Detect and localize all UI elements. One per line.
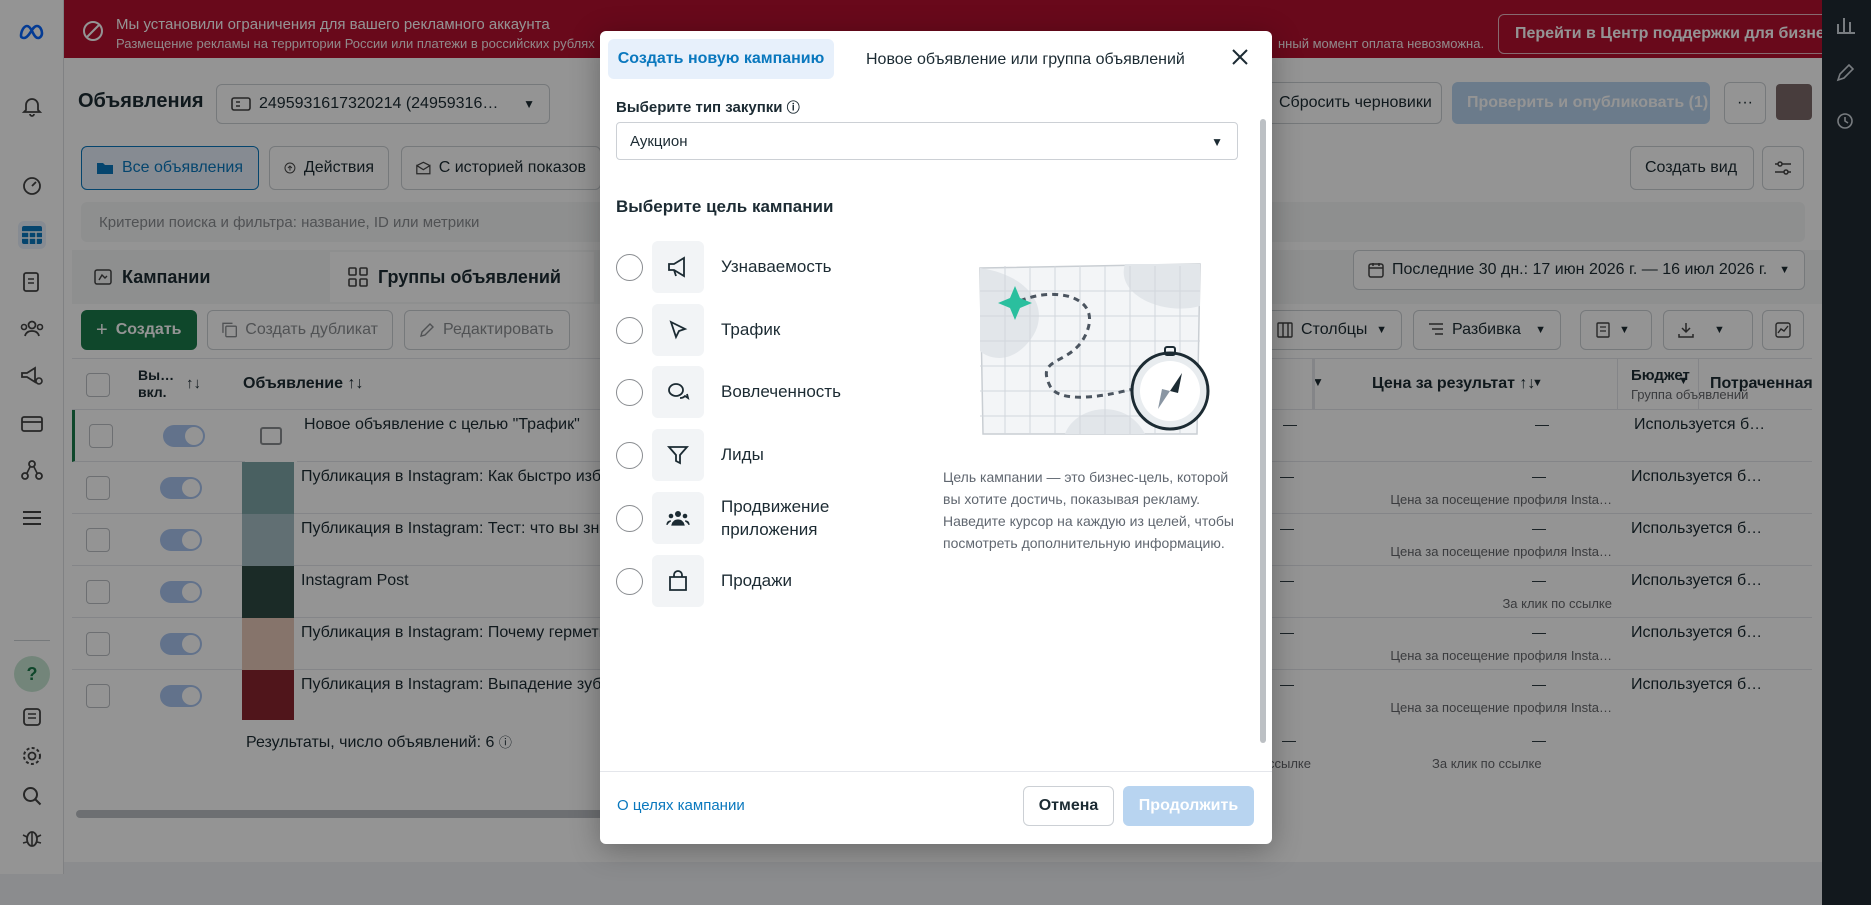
objective-radio[interactable] bbox=[616, 568, 643, 595]
objective-label: Продвижение приложения bbox=[721, 497, 830, 539]
footer-divider bbox=[600, 771, 1272, 772]
objective-traffic[interactable]: Трафик bbox=[616, 304, 896, 356]
objective-radio[interactable] bbox=[616, 442, 643, 469]
objective-app-promotion[interactable]: Продвижение приложения bbox=[616, 492, 896, 544]
people-icon bbox=[652, 492, 704, 544]
objective-label: Узнаваемость bbox=[721, 257, 832, 276]
cursor-icon bbox=[652, 304, 704, 356]
continue-button[interactable]: Продолжить bbox=[1123, 786, 1254, 826]
objective-sales[interactable]: Продажи bbox=[616, 555, 896, 607]
buying-type-label: Выберите тип закупки ⓘ bbox=[616, 97, 800, 116]
objective-leads[interactable]: Лиды bbox=[616, 429, 896, 481]
create-campaign-dialog: Создать новую кампанию Новое объявление … bbox=[600, 31, 1272, 844]
chat-bubbles-icon bbox=[652, 366, 704, 418]
objective-radio[interactable] bbox=[616, 379, 643, 406]
buying-type-select[interactable]: Аукцион ▼ bbox=[616, 122, 1238, 160]
about-objectives-link[interactable]: О целях кампании bbox=[617, 797, 745, 814]
buying-type-text: Выберите тип закупки bbox=[616, 99, 783, 116]
objective-label: Лиды bbox=[721, 445, 764, 464]
buying-type-value: Аукцион bbox=[630, 132, 688, 150]
ads-manager-app: ? Мы установили ограничения для вашего р… bbox=[0, 0, 1871, 905]
objective-label: Продажи bbox=[721, 571, 792, 590]
objective-awareness[interactable]: Узнаваемость bbox=[616, 241, 896, 293]
objective-radio[interactable] bbox=[616, 505, 643, 532]
close-icon[interactable] bbox=[1230, 47, 1250, 67]
cancel-button[interactable]: Отмена bbox=[1023, 786, 1114, 826]
modal-scrollbar[interactable] bbox=[1260, 119, 1266, 743]
objective-label: Трафик bbox=[721, 320, 781, 339]
objective-radio[interactable] bbox=[616, 317, 643, 344]
objective-label: Вовлеченность bbox=[721, 382, 841, 401]
chevron-down-icon: ▼ bbox=[1211, 135, 1223, 149]
tab-new-ad[interactable]: Новое объявление или группа объявлений bbox=[866, 51, 1185, 69]
shopping-bag-icon bbox=[652, 555, 704, 607]
info-icon[interactable]: ⓘ bbox=[787, 100, 800, 115]
funnel-icon bbox=[652, 429, 704, 481]
tab-new-campaign[interactable]: Создать новую кампанию bbox=[608, 39, 834, 79]
objective-description: Цель кампании — это бизнес-цель, которой… bbox=[943, 469, 1234, 551]
objective-heading: Выберите цель кампании bbox=[616, 197, 834, 216]
megaphone-icon bbox=[652, 241, 704, 293]
objective-radio[interactable] bbox=[616, 254, 643, 281]
objective-engagement[interactable]: Вовлеченность bbox=[616, 366, 896, 418]
map-compass-illustration bbox=[975, 256, 1225, 446]
